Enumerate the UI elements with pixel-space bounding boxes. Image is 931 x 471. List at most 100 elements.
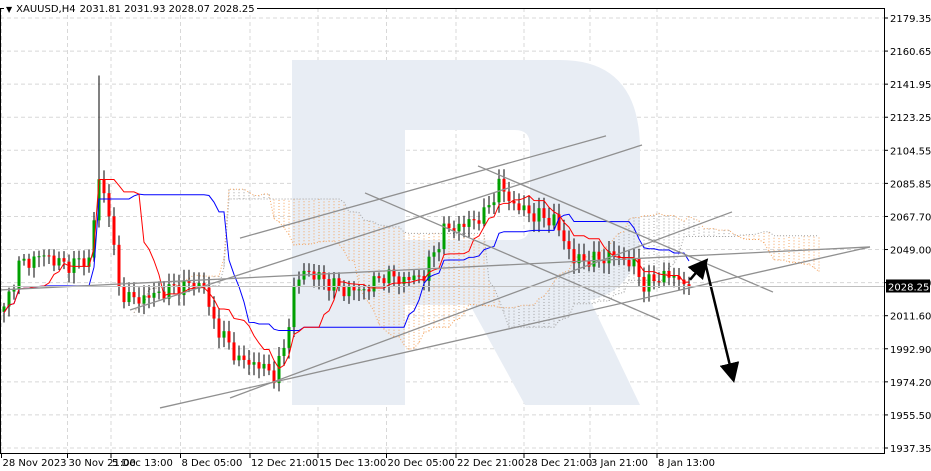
x-tick-label: 8 Jan 13:00 <box>658 458 715 469</box>
candle-body <box>257 362 261 369</box>
candle-body <box>142 295 146 304</box>
candle-body <box>282 347 286 356</box>
x-tick-label: 28 Dec 21:00 <box>525 458 592 469</box>
candle-body <box>642 276 646 292</box>
x-tick-label: 22 Dec 21:00 <box>457 458 524 469</box>
current-price-label: 2028.25 <box>888 282 929 293</box>
candle-body <box>432 252 436 257</box>
candle-body <box>547 217 551 226</box>
candle-body <box>117 244 121 287</box>
candle-body <box>232 342 236 361</box>
candle-body <box>477 220 481 224</box>
candle-body <box>307 270 311 272</box>
candle-body <box>357 289 361 291</box>
candle-body <box>292 285 296 328</box>
forecast-arrow <box>687 258 709 281</box>
candle-body <box>107 193 111 217</box>
candle-body <box>82 258 86 267</box>
candle-body <box>17 260 21 289</box>
candle-body <box>447 223 451 229</box>
candle-body <box>77 258 81 260</box>
candle-body <box>647 274 651 292</box>
x-tick-label: 3 Jan 21:00 <box>591 458 648 469</box>
y-tick-label: 2160.65 <box>890 47 931 58</box>
candle-body <box>112 216 116 245</box>
candle-body <box>222 331 226 338</box>
candle-body <box>347 286 351 297</box>
candle-body <box>217 318 221 338</box>
candle-body <box>672 275 676 278</box>
candle-body <box>317 272 321 280</box>
price-chart[interactable]: 2179.35 2160.65 2141.95 2123.25 2104.55 2085.… <box>0 0 931 471</box>
candle-body <box>562 230 566 242</box>
candle-body <box>637 258 641 277</box>
candle-body <box>657 281 661 283</box>
candle-body <box>652 274 656 282</box>
candle-body <box>457 223 461 232</box>
candle-body <box>62 258 66 262</box>
candle-body <box>567 241 571 250</box>
candle-body <box>42 255 46 257</box>
y-tick-label: 2085.85 <box>890 179 931 190</box>
candle-body <box>662 270 666 283</box>
candle-body <box>542 208 546 218</box>
candle-body <box>157 291 161 293</box>
y-tick-label: 1974.20 <box>890 378 931 389</box>
candle-body <box>412 275 416 281</box>
y-tick-label: 2104.55 <box>890 146 931 157</box>
candle-body <box>267 363 271 371</box>
x-tick-label: 28 Nov 2023 <box>3 458 67 469</box>
x-tick-label: 12 Dec 21:00 <box>251 458 318 469</box>
candle-body <box>472 219 476 221</box>
y-tick-label: 2011.60 <box>890 312 931 323</box>
candle-body <box>592 251 596 267</box>
x-tick-label: 5 Dec 13:00 <box>112 458 173 469</box>
candle-body <box>367 289 371 292</box>
candle-body <box>102 179 106 194</box>
candle-body <box>462 223 466 227</box>
candle-body <box>517 203 521 211</box>
candle-body <box>22 258 26 261</box>
candle-body <box>152 292 156 298</box>
candle-body <box>492 202 496 206</box>
y-tick-label: 2067.70 <box>890 212 931 223</box>
y-tick-label: 1992.90 <box>890 345 931 356</box>
candle-body <box>207 287 211 307</box>
candle-body <box>27 258 31 268</box>
candle-body <box>52 255 56 266</box>
y-tick-label: 2179.35 <box>890 14 931 25</box>
candle-body <box>377 276 381 279</box>
x-tick-label: 15 Dec 13:00 <box>319 458 386 469</box>
x-tick-label: 8 Dec 05:00 <box>182 458 243 469</box>
candle-body <box>132 292 136 298</box>
candle-body <box>262 363 266 369</box>
candle-body <box>147 295 151 298</box>
y-tick-label: 1937.35 <box>890 444 931 455</box>
y-tick-label: 1955.50 <box>890 411 931 422</box>
candle-body <box>327 279 331 291</box>
candle-body <box>342 285 346 297</box>
candle-body <box>172 284 176 286</box>
y-tick-label: 2049.00 <box>890 246 931 257</box>
candle-body <box>67 261 71 273</box>
candle-body <box>382 278 386 284</box>
candle-body <box>362 289 366 291</box>
ohlc-values: 2031.81 2031.93 2028.07 2028.25 <box>79 4 255 15</box>
candle-body <box>297 279 301 286</box>
candle-body <box>242 355 246 360</box>
candle-body <box>522 205 526 211</box>
candle-body <box>597 251 601 260</box>
candle-body <box>512 200 516 204</box>
candle-body <box>72 258 76 273</box>
triangle-down-icon[interactable]: ▼ <box>6 5 12 14</box>
chart-header: ▼ XAUUSD,H4 2031.81 2031.93 2028.07 2028… <box>4 4 257 15</box>
candle-body <box>237 355 241 361</box>
candle-body <box>552 214 556 226</box>
candle-body <box>322 272 326 280</box>
candle-body <box>37 256 41 258</box>
candle-body <box>667 270 671 278</box>
candle-body <box>247 359 251 365</box>
candle-body <box>507 191 511 201</box>
candle-body <box>437 249 441 253</box>
candle-body <box>212 306 216 319</box>
